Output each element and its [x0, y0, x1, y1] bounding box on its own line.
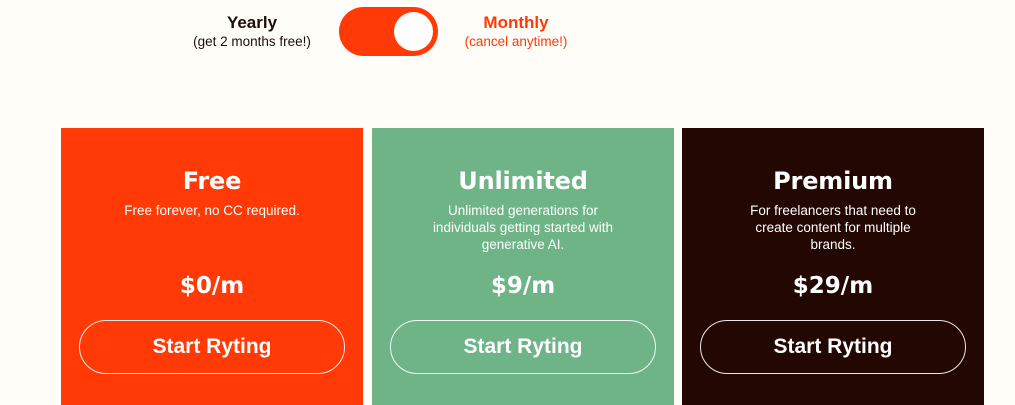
yearly-label: Yearly	[226, 13, 278, 32]
monthly-label: Monthly	[483, 13, 549, 32]
plan-card-free: Free Free forever, no CC required. $0/m …	[61, 128, 363, 405]
plan-card-unlimited: Unlimited Unlimited generations for indi…	[372, 128, 674, 405]
start-ryting-button-premium[interactable]: Start Ryting	[700, 320, 966, 374]
monthly-option[interactable]: Monthly (cancel anytime!)	[452, 14, 580, 51]
plan-price: $0/m	[179, 273, 245, 299]
yearly-option[interactable]: Yearly (get 2 months free!)	[180, 14, 324, 51]
billing-period-switch[interactable]	[339, 7, 438, 56]
plan-card-premium: Premium For freelancers that need to cre…	[682, 128, 984, 405]
plan-name: Unlimited	[458, 167, 588, 195]
plan-description: Free forever, no CC required.	[124, 203, 300, 218]
plan-name: Premium	[773, 167, 893, 195]
start-ryting-button-unlimited[interactable]: Start Ryting	[390, 320, 656, 374]
plan-name: Free	[182, 167, 242, 195]
yearly-note: (get 2 months free!)	[193, 34, 311, 49]
plan-description: Unlimited generations for individuals ge…	[432, 203, 614, 252]
switch-knob	[394, 12, 433, 51]
plan-price: $29/m	[792, 273, 874, 299]
plan-description: For freelancers that need to create cont…	[750, 203, 916, 252]
plan-price: $9/m	[490, 273, 556, 299]
billing-toggle: Yearly (get 2 months free!) Monthly (can…	[0, 6, 1015, 58]
start-ryting-button-free[interactable]: Start Ryting	[79, 320, 345, 374]
monthly-note: (cancel anytime!)	[464, 34, 568, 49]
